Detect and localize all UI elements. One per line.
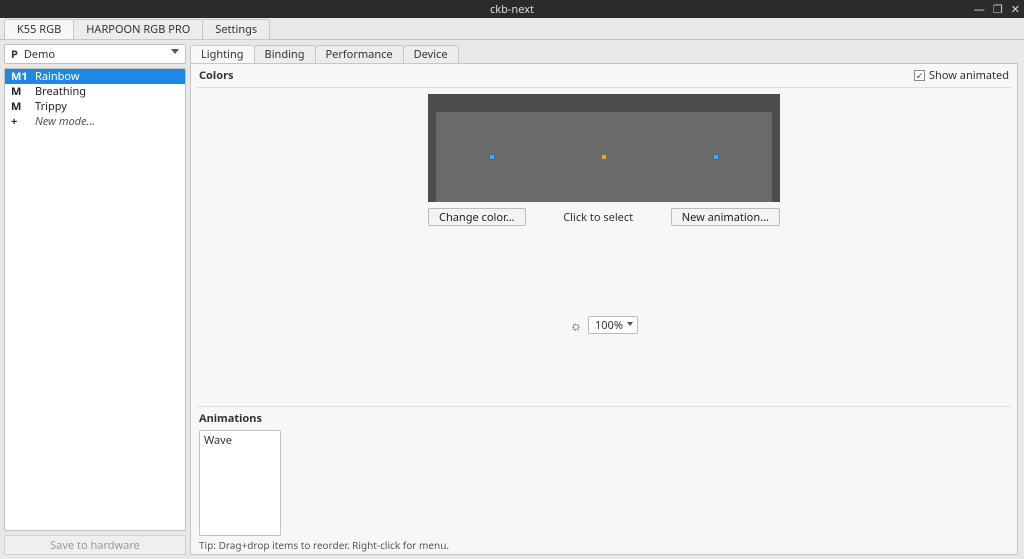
plus-icon: + — [11, 114, 29, 129]
mode-label: New mode... — [35, 114, 95, 129]
mode-item-rainbow[interactable]: M1 Rainbow — [5, 69, 185, 84]
show-animated-label: Show animated — [929, 68, 1009, 83]
new-animation-button[interactable]: New animation... — [671, 208, 780, 226]
tab-device[interactable]: Device — [403, 45, 459, 63]
profile-dropdown[interactable]: P Demo — [4, 44, 186, 64]
sub-tabs: Lighting Binding Performance Device — [190, 44, 1018, 64]
mode-label: Breathing — [35, 84, 86, 99]
sidebar: P Demo M1 Rainbow M Breathing M Trippy — [0, 40, 190, 559]
mode-item-trippy[interactable]: M Trippy — [5, 99, 185, 114]
maximize-icon[interactable]: ❐ — [993, 2, 1003, 17]
tab-settings[interactable]: Settings — [202, 19, 270, 39]
main-panel: Lighting Binding Performance Device Colo… — [190, 40, 1024, 559]
animations-list[interactable]: Wave — [199, 430, 281, 536]
animations-tip: Tip: Drag+drop items to reorder. Right-c… — [199, 538, 1009, 552]
tab-harpoon-rgb-pro[interactable]: HARPOON RGB PRO — [73, 19, 203, 39]
tab-binding[interactable]: Binding — [254, 45, 316, 63]
mode-badge: M1 — [11, 69, 29, 84]
window-title: ckb-next — [490, 2, 534, 17]
animation-item-wave[interactable]: Wave — [204, 433, 276, 447]
mode-label: Rainbow — [35, 69, 80, 84]
brightness-value: 100% — [595, 318, 623, 333]
brightness-icon: ☼ — [570, 316, 582, 334]
minimize-icon[interactable]: — — [974, 2, 985, 17]
device-tabs: K55 RGB HARPOON RGB PRO Settings — [0, 18, 1024, 40]
tab-performance[interactable]: Performance — [315, 45, 404, 63]
tab-k55-rgb[interactable]: K55 RGB — [4, 19, 74, 39]
show-animated-checkbox[interactable]: Show animated — [914, 68, 1009, 83]
brightness-dropdown[interactable]: 100% — [588, 316, 638, 334]
zone-left[interactable] — [489, 154, 495, 160]
zone-right[interactable] — [713, 154, 719, 160]
save-to-hardware-button: Save to hardware — [4, 535, 186, 555]
mode-badge: M — [11, 84, 29, 99]
colors-area: Change color... Click to select New anim… — [191, 88, 1017, 406]
change-color-button[interactable]: Change color... — [428, 208, 526, 226]
mode-item-breathing[interactable]: M Breathing — [5, 84, 185, 99]
close-icon[interactable]: ✕ — [1011, 2, 1020, 17]
mode-list[interactable]: M1 Rainbow M Breathing M Trippy + New mo… — [4, 68, 186, 531]
zone-mid[interactable] — [601, 154, 607, 160]
mode-label: Trippy — [35, 99, 67, 114]
tab-lighting[interactable]: Lighting — [190, 45, 255, 63]
animations-section-label: Animations — [199, 411, 1009, 426]
profile-name: Demo — [24, 47, 55, 62]
click-to-select-label: Click to select — [563, 210, 633, 225]
profile-prefix: P — [11, 47, 18, 62]
checkbox-icon — [914, 70, 925, 81]
mode-item-new[interactable]: + New mode... — [5, 114, 185, 129]
keyboard-preview[interactable] — [428, 94, 780, 202]
mode-badge: M — [11, 99, 29, 114]
colors-section-label: Colors — [199, 68, 234, 83]
titlebar: ckb-next — ❐ ✕ — [0, 0, 1024, 18]
chevron-down-icon — [171, 49, 179, 54]
chevron-down-icon — [627, 322, 633, 326]
